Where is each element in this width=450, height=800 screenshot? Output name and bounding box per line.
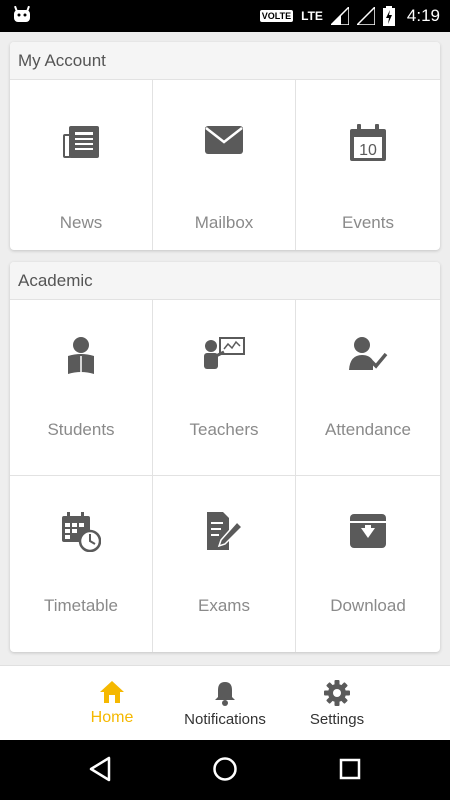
student-reading-icon [68, 337, 94, 374]
gear-icon [324, 680, 350, 706]
tile-events[interactable]: 10 Events [296, 80, 440, 250]
tile-exams[interactable]: Exams [153, 476, 296, 652]
tile-attendance[interactable]: Attendance [296, 300, 440, 476]
tile-label: News [59, 213, 103, 232]
tile-teachers[interactable]: Teachers [153, 300, 296, 476]
android-notification-icon [14, 6, 30, 22]
teacher-board-icon [204, 337, 245, 369]
user-check-icon [349, 337, 388, 370]
nav-label: Settings [309, 711, 365, 728]
nav-notifications[interactable]: Notifications [169, 666, 281, 741]
calendar-date-text: 10 [359, 142, 377, 159]
nav-label: Notifications [184, 711, 266, 728]
academic-card: Academic Students Teachers Attendance Ti… [10, 262, 440, 652]
tile-label: Students [47, 420, 115, 439]
tile-download[interactable]: Download [296, 476, 440, 652]
tile-mailbox[interactable]: Mailbox [153, 80, 296, 250]
academic-header: Academic [10, 262, 440, 300]
calendar-icon: 10 [350, 124, 386, 161]
network-type: LTE [301, 9, 323, 23]
recents-icon[interactable] [339, 758, 361, 780]
my-account-card: My Account News Mailbox 10 Events [10, 42, 440, 250]
tile-news[interactable]: News [10, 80, 153, 250]
download-box-icon [350, 514, 386, 548]
nav-label: Home [90, 709, 134, 726]
tile-label: Events [342, 213, 394, 232]
home-icon [100, 681, 124, 703]
exam-pencil-icon [207, 512, 243, 550]
home-circle-icon[interactable] [212, 756, 238, 782]
nav-settings[interactable]: Settings [281, 666, 393, 741]
envelope-icon [205, 126, 243, 154]
newspaper-icon [63, 126, 99, 158]
nav-home[interactable]: Home [56, 666, 168, 741]
tile-timetable[interactable]: Timetable [10, 476, 153, 652]
tile-label: Download [330, 596, 406, 615]
tile-label: Timetable [43, 596, 118, 615]
bell-icon [215, 682, 235, 706]
volte-badge: VOLTE [259, 10, 294, 22]
tile-label: Teachers [189, 420, 259, 439]
my-account-header: My Account [10, 42, 440, 80]
status-bar: VOLTE LTE 4:19 [0, 0, 450, 32]
tile-label: Exams [198, 596, 250, 615]
tile-students[interactable]: Students [10, 300, 153, 476]
calendar-clock-icon [62, 512, 101, 552]
battery-charging-icon [382, 6, 395, 26]
signal-icon [330, 7, 349, 25]
back-icon[interactable] [88, 756, 112, 782]
clock: 4:19 [406, 6, 440, 25]
system-navigation-bar [0, 740, 450, 800]
bottom-navigation: Home Notifications Settings [0, 665, 450, 740]
tile-label: Mailbox [194, 213, 254, 232]
tile-label: Attendance [324, 420, 411, 439]
signal-icon-2 [356, 7, 375, 25]
